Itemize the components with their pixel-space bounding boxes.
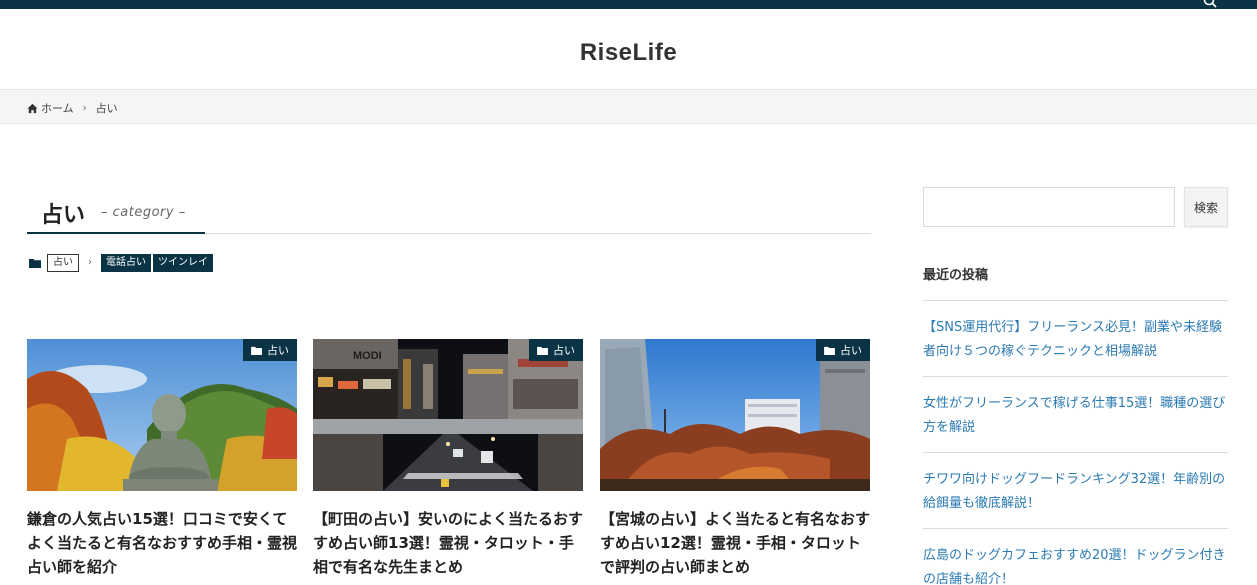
search-icon[interactable] — [1203, 0, 1217, 8]
category-badge[interactable]: 占い — [816, 339, 870, 361]
recent-post-link[interactable]: 広島のドッグカフェおすすめ20選！ドッグラン付きの店舗も紹介！ — [923, 529, 1228, 585]
category-title: 占い — [41, 203, 86, 228]
folder-icon — [824, 346, 835, 355]
breadcrumb-current: 占い — [95, 102, 118, 115]
search-widget: 検索 — [923, 187, 1228, 227]
post-title[interactable]: 【町田の占い】安いのによく当たるおすすめ占い師13選！霊視・タロット・手相で有名… — [313, 507, 583, 579]
chevron-right-icon: › — [88, 257, 92, 268]
breadcrumb-home-link[interactable]: ホーム — [41, 100, 74, 116]
category-badge[interactable]: 占い — [243, 339, 297, 361]
category-subtitle: – category – — [101, 205, 186, 220]
post-thumbnail[interactable]: 占い — [600, 339, 870, 491]
post-card[interactable]: MODI 占い 【町田の占い】安いのによく当たるおすすめ占い師13選！霊視・タロ… — [313, 339, 583, 579]
breadcrumb: ホーム › 占い — [27, 100, 118, 116]
recent-post-link[interactable]: チワワ向けドッグフードランキング32選！年齢別の給餌量も徹底解説！ — [923, 453, 1228, 529]
machida-street-night-photo: MODI — [313, 339, 583, 491]
post-card[interactable]: 占い 鎌倉の人気占い15選！口コミで安くてよく当たると有名なおすすめ手相・霊視占… — [27, 339, 297, 579]
post-thumbnail[interactable]: MODI 占い — [313, 339, 583, 491]
category-title-underline: 占い – category – — [27, 193, 205, 234]
folder-icon — [537, 346, 548, 355]
tag-child-twinray[interactable]: ツインレイ — [153, 253, 213, 272]
chevron-right-icon: › — [82, 102, 87, 114]
folder-icon — [251, 346, 262, 355]
site-title[interactable]: RiseLife — [0, 39, 1257, 67]
tag-current[interactable]: 占い — [47, 253, 79, 272]
kamakura-buddha-photo — [27, 339, 297, 491]
recent-posts-title: 最近の投稿 — [923, 264, 1228, 301]
breadcrumb-bar: ホーム › 占い — [0, 91, 1257, 124]
category-badge-label: 占い — [840, 344, 862, 357]
category-badge-label: 占い — [553, 344, 575, 357]
post-title[interactable]: 【宮城の占い】よく当たると有名なおすすめ占い12選！霊視・手相・タロットで評判の… — [600, 507, 870, 579]
tag-child-denwa[interactable]: 電話占い — [101, 253, 151, 272]
sidebar: 検索 最近の投稿 【SNS運用代行】フリーランス必見！副業や未経験者向け５つの稼… — [923, 187, 1228, 585]
top-bar — [0, 0, 1257, 9]
post-title[interactable]: 鎌倉の人気占い15選！口コミで安くてよく当たると有名なおすすめ手相・霊視占い師を… — [27, 507, 297, 579]
category-header: 占い – category – — [27, 193, 871, 234]
search-input[interactable] — [923, 187, 1175, 227]
modi-sign: MODI — [353, 350, 382, 362]
post-thumbnail[interactable]: 占い — [27, 339, 297, 491]
category-tags: 占い › 電話占い ツインレイ — [29, 253, 215, 272]
category-badge[interactable]: 占い — [529, 339, 583, 361]
site-header: RiseLife — [0, 9, 1257, 90]
search-button[interactable]: 検索 — [1184, 187, 1228, 227]
folder-icon — [29, 258, 41, 268]
post-card[interactable]: 占い 【宮城の占い】よく当たると有名なおすすめ占い12選！霊視・手相・タロットで… — [600, 339, 870, 579]
home-icon — [27, 103, 38, 113]
recent-post-link[interactable]: 【SNS運用代行】フリーランス必見！副業や未経験者向け５つの稼ぐテクニックと相場… — [923, 301, 1228, 377]
miyagi-city-autumn-photo — [600, 339, 870, 491]
category-badge-label: 占い — [267, 344, 289, 357]
recent-post-link[interactable]: 女性がフリーランスで稼げる仕事15選！職種の選び方を解説 — [923, 377, 1228, 453]
